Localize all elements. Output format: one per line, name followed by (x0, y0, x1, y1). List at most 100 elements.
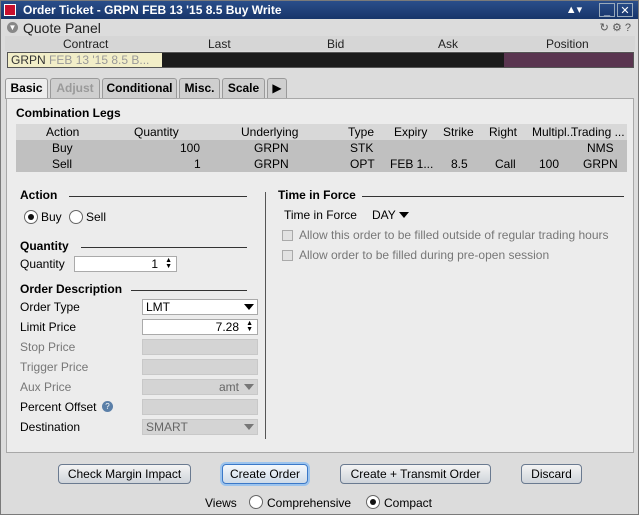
close-button[interactable]: ✕ (617, 3, 633, 17)
basic-tab-panel: Combination Legs Action Quantity Underly… (6, 98, 634, 453)
column-last[interactable]: Last (208, 37, 231, 51)
column-divider (265, 192, 266, 439)
window-title: Order Ticket - GRPN FEB 13 '15 8.5 Buy W… (23, 3, 282, 17)
legs-col-expiry[interactable]: Expiry (394, 125, 427, 139)
position-cell (504, 53, 633, 67)
destination-label: Destination (20, 420, 81, 434)
legs-col-type[interactable]: Type (348, 125, 374, 139)
spinner-icon[interactable]: ▲ ▼ (246, 320, 253, 333)
time-in-force-value: DAY (372, 208, 396, 222)
table-row[interactable]: Buy 100 GRPN STK NMS (16, 140, 627, 156)
quantity-stepper[interactable]: 1 ▲ ▼ (74, 256, 177, 272)
stop-price-label: Stop Price (20, 340, 76, 354)
sell-radio[interactable] (69, 210, 83, 224)
check-margin-button[interactable]: Check Margin Impact (58, 464, 191, 484)
help-icon[interactable]: ? (625, 22, 631, 34)
legs-col-right[interactable]: Right (489, 125, 517, 139)
order-type-value: LMT (146, 300, 170, 314)
limit-price-value: 7.28 (215, 320, 239, 334)
tab-conditional[interactable]: Conditional (102, 78, 177, 98)
title-bar[interactable]: Order Ticket - GRPN FEB 13 '15 8.5 Buy W… (1, 1, 638, 19)
order-description-title: Order Description (20, 282, 123, 296)
action-title: Action (20, 188, 58, 202)
table-row[interactable]: Sell 1 GRPN OPT FEB 1... 8.5 Call 100 GR… (16, 156, 627, 172)
section-divider (131, 290, 247, 291)
legs-col-action[interactable]: Action (46, 125, 79, 139)
compact-label[interactable]: Compact (384, 496, 432, 510)
contract-detail: FEB 13 '15 8.5 B... (49, 53, 150, 67)
tab-misc[interactable]: Misc. (179, 78, 220, 98)
legs-col-trading-class[interactable]: Trading ... (571, 125, 625, 139)
settings-icon[interactable]: ⚙ (612, 22, 622, 34)
create-transmit-order-button[interactable]: Create + Transmit Order (340, 464, 491, 484)
legs-col-underlying[interactable]: Underlying (241, 125, 298, 139)
aux-price-unit: amt (218, 380, 239, 394)
tab-basic[interactable]: Basic (5, 78, 48, 99)
leg-trading-class: GRPN (583, 157, 618, 171)
chevron-down-icon (244, 424, 254, 430)
time-in-force-title: Time in Force (278, 188, 356, 202)
limit-price-label: Limit Price (20, 320, 77, 334)
quote-panel-tools: ↻ ⚙ ? (600, 21, 631, 34)
comprehensive-label[interactable]: Comprehensive (267, 496, 351, 510)
legs-col-multiplier[interactable]: Multipl... (532, 125, 577, 139)
leg-trading-class: NMS (587, 141, 614, 155)
quantity-title: Quantity (20, 239, 69, 253)
chevron-down-icon (399, 212, 409, 218)
tab-adjust: Adjust (50, 78, 100, 98)
chevron-down-icon (244, 304, 254, 310)
leg-right: Call (495, 157, 516, 171)
comprehensive-radio[interactable] (249, 495, 263, 509)
column-ask[interactable]: Ask (438, 37, 458, 51)
sell-label[interactable]: Sell (86, 210, 106, 224)
column-bid[interactable]: Bid (327, 37, 344, 51)
contract-cell[interactable]: GRPN FEB 13 '15 8.5 B... (8, 53, 162, 67)
create-order-button[interactable]: Create Order (222, 464, 308, 484)
leg-quantity: 1 (194, 157, 201, 171)
legs-col-quantity[interactable]: Quantity (134, 125, 179, 139)
trigger-price-label: Trigger Price (20, 360, 89, 374)
app-logo-icon (4, 4, 16, 16)
views-label: Views (205, 496, 237, 510)
quote-panel-columns: Contract Last Bid Ask Position (5, 36, 635, 51)
order-type-select[interactable]: LMT (142, 299, 258, 315)
collapse-icon[interactable]: ▼ (7, 22, 18, 33)
leg-type: STK (350, 141, 374, 155)
time-in-force-label: Time in Force (284, 208, 357, 222)
quantity-value: 1 (151, 257, 158, 271)
stop-price-field (142, 339, 258, 355)
limit-price-field[interactable]: 7.28 ▲ ▼ (142, 319, 258, 335)
destination-value: SMART (146, 420, 188, 434)
percent-offset-field (142, 399, 258, 415)
leg-strike: 8.5 (451, 157, 468, 171)
discard-button[interactable]: Discard (521, 464, 582, 484)
tab-scale[interactable]: Scale (222, 78, 265, 98)
leg-multiplier: 100 (539, 157, 560, 171)
tab-more-icon[interactable]: ▶ (267, 78, 287, 98)
column-contract[interactable]: Contract (63, 37, 108, 51)
leg-quantity: 100 (180, 141, 201, 155)
column-position[interactable]: Position (546, 37, 589, 51)
section-divider (81, 247, 247, 248)
leg-action: Buy (52, 141, 73, 155)
leg-type: OPT (350, 157, 375, 171)
quote-panel-header: ▼ Quote Panel ↻ ⚙ ? (5, 20, 635, 36)
order-type-label: Order Type (20, 300, 80, 314)
compact-radio[interactable] (366, 495, 380, 509)
leg-action: Sell (52, 157, 73, 171)
link-icon[interactable]: ↻ (600, 22, 609, 34)
aux-price-label: Aux Price (20, 380, 72, 394)
outside-rth-label: Allow this order to be filled outside of… (299, 228, 609, 242)
quote-row[interactable]: GRPN FEB 13 '15 8.5 B... (7, 52, 634, 68)
info-icon[interactable]: ? (102, 401, 113, 412)
minimize-button[interactable]: _ (599, 3, 615, 17)
time-in-force-select[interactable]: DAY (368, 207, 413, 223)
legs-col-strike[interactable]: Strike (443, 125, 474, 139)
buy-radio[interactable] (24, 210, 38, 224)
spinner-icon[interactable]: ▲ ▼ (165, 257, 172, 270)
percent-offset-label: Percent Offset (20, 400, 97, 414)
pre-open-label: Allow order to be filled during pre-open… (299, 248, 550, 262)
leg-underlying: GRPN (254, 141, 289, 155)
pin-icon[interactable]: ▲▾ (561, 3, 587, 17)
buy-label[interactable]: Buy (41, 210, 62, 224)
